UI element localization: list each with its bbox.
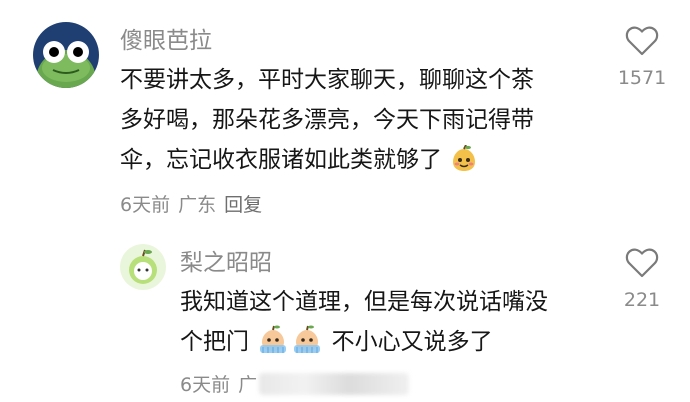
comment-time: 6天前 xyxy=(180,374,231,396)
heart-outline-icon xyxy=(625,26,659,56)
comment-location: 广 xyxy=(238,374,258,396)
comment-text-line: 伞，忘记收衣服诸如此类就够了 xyxy=(120,140,479,186)
avatar[interactable] xyxy=(120,244,166,290)
pear-crying-emoji-icon xyxy=(291,325,323,368)
comment-username[interactable]: 傻眼芭拉 xyxy=(120,26,212,56)
like-button[interactable]: 221 xyxy=(607,248,677,312)
comment-text-fragment: 不小心又说多了 xyxy=(331,329,493,355)
comment-meta: 6天前广 xyxy=(180,372,417,398)
comment-time: 6天前 xyxy=(120,194,171,216)
comment-text-line: 我知道这个道理，但是每次说话嘴没 xyxy=(180,289,548,315)
comment-text-fragment: 伞，忘记收衣服诸如此类就够了 xyxy=(120,147,442,173)
avatar[interactable] xyxy=(33,22,99,88)
heart-outline-icon xyxy=(625,248,659,278)
comment-meta: 6天前 广东 回复 xyxy=(120,192,270,218)
like-count: 221 xyxy=(623,289,661,311)
pear-crying-emoji-icon xyxy=(257,325,289,368)
frog-avatar-image xyxy=(33,22,99,88)
comment-text-line: 个把门 不小心又说多了 xyxy=(180,322,493,368)
like-count: 1571 xyxy=(617,67,667,89)
comment-location: 广东 xyxy=(178,194,217,216)
pear-emoji-icon xyxy=(450,144,478,186)
like-button[interactable]: 1571 xyxy=(607,26,677,90)
blurred-region xyxy=(259,373,410,395)
comment-username[interactable]: 梨之昭昭 xyxy=(180,248,272,278)
comment-text-line: 不要讲太多，平时大家聊天，聊聊这个茶 xyxy=(120,67,534,93)
reply-button[interactable]: 回复 xyxy=(224,194,262,216)
pear-avatar-image xyxy=(120,244,166,290)
comment-text-line: 多好喝，那朵花多漂亮，今天下雨记得带 xyxy=(120,107,534,133)
comment-text-fragment: 个把门 xyxy=(180,329,249,355)
